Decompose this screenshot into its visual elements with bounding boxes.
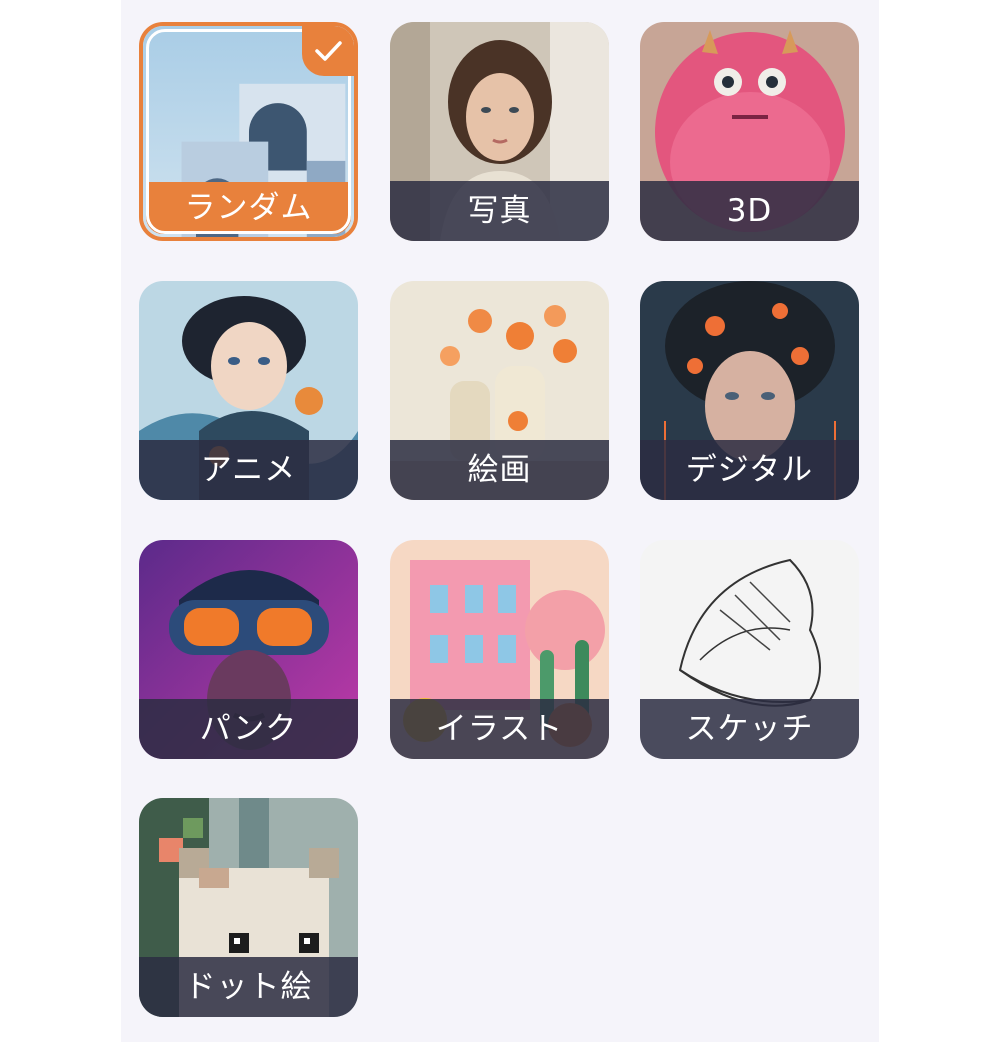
style-tile-anime[interactable]: アニメ xyxy=(139,281,358,500)
style-label: ドット絵 xyxy=(139,957,358,1017)
style-tile-digital[interactable]: デジタル xyxy=(640,281,859,500)
style-tile-photo[interactable]: 写真 xyxy=(390,22,609,241)
style-tile-random[interactable]: ランダム xyxy=(139,22,358,241)
style-label: デジタル xyxy=(640,440,859,500)
style-tile-painting[interactable]: 絵画 xyxy=(390,281,609,500)
style-label: アニメ xyxy=(139,440,358,500)
style-label: 写真 xyxy=(390,181,609,241)
style-tile-sketch[interactable]: スケッチ xyxy=(640,540,859,759)
style-tile-punk[interactable]: パンク xyxy=(139,540,358,759)
style-tile-illustration[interactable]: イラスト xyxy=(390,540,609,759)
style-tile-pixel-art[interactable]: ドット絵 xyxy=(139,798,358,1017)
style-label: パンク xyxy=(139,699,358,759)
checkmark-icon xyxy=(302,26,354,76)
style-picker-panel: ランダム 写真 3D アニメ 絵画 デジタル パンク イラスト スケッチ ドット… xyxy=(121,0,879,1042)
style-label: 3D xyxy=(640,181,859,241)
style-label: スケッチ xyxy=(640,699,859,759)
style-label: ランダム xyxy=(146,182,351,234)
style-label: 絵画 xyxy=(390,440,609,500)
style-label: イラスト xyxy=(390,699,609,759)
style-tile-3d[interactable]: 3D xyxy=(640,22,859,241)
